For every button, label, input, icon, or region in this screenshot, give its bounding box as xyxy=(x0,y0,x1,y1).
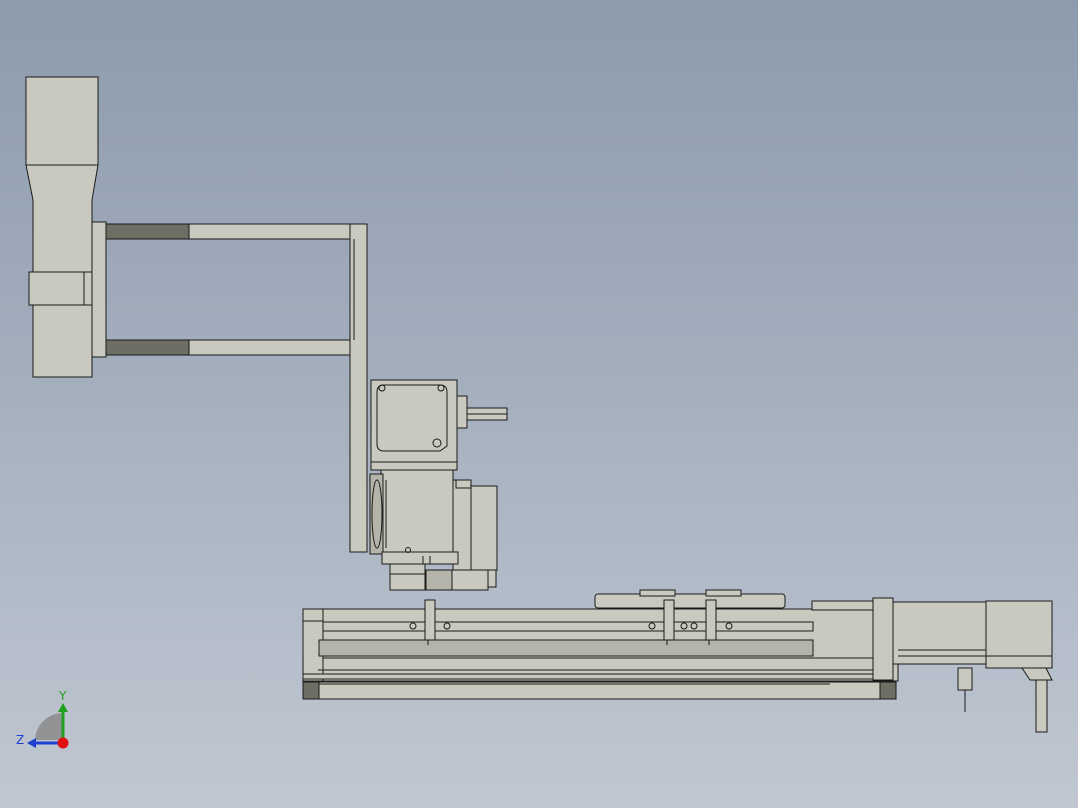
coordinate-triad: Y Z xyxy=(16,689,69,749)
vertical-hanger xyxy=(349,223,368,553)
x-axis-dot xyxy=(57,737,69,749)
left-column xyxy=(25,76,107,378)
cad-viewport[interactable]: Y Z xyxy=(0,0,1078,808)
z-axis-label: Z xyxy=(16,733,24,747)
y-axis-label: Y xyxy=(58,689,67,703)
gearbox xyxy=(369,469,498,591)
triad-arc xyxy=(35,713,63,740)
linear-rail xyxy=(302,599,899,700)
y-axis-arrowhead xyxy=(58,703,68,712)
upper-motor xyxy=(370,379,508,471)
lower-arm xyxy=(105,339,355,356)
assembly-drawing: Y Z xyxy=(16,76,1053,749)
upper-arm xyxy=(105,223,355,240)
carriage-plate xyxy=(594,589,786,609)
z-axis-arrowhead xyxy=(27,738,36,748)
